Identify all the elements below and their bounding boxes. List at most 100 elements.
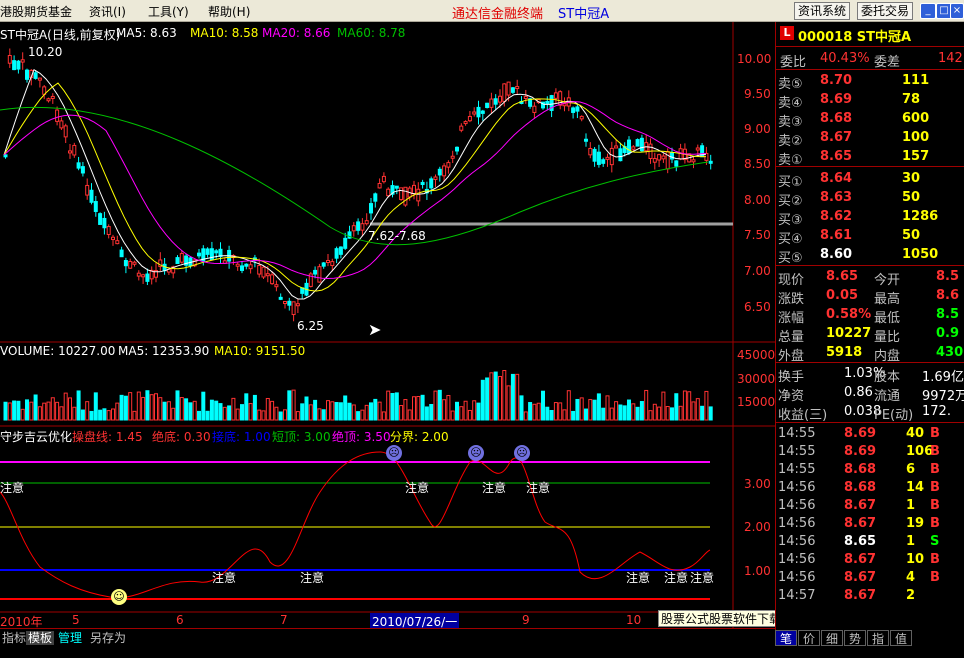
volume-bar [670, 407, 674, 421]
volume-bar [115, 402, 120, 421]
candle-body [343, 237, 348, 249]
volume-bar [467, 409, 472, 421]
volume-bar [437, 389, 442, 421]
tab-template[interactable]: 模板 [26, 631, 55, 645]
candle-body [437, 168, 442, 176]
tab-indicator[interactable]: 指标 [0, 631, 28, 645]
tick-row: 14:56 8.65 1 S [776, 533, 964, 552]
tick-price: 8.65 [844, 534, 877, 549]
panel-tab-index[interactable]: 指 [867, 630, 889, 646]
volume-bar [601, 407, 606, 421]
candle-body [399, 187, 404, 200]
candle-body [136, 272, 141, 277]
ask-volume: 600 [902, 111, 930, 126]
candle-body [55, 109, 60, 122]
news-system-button[interactable]: 资讯系统 [794, 2, 851, 20]
tick-side: B [930, 570, 940, 585]
volume-bar [652, 403, 657, 421]
panel-tab-trend[interactable]: 势 [844, 630, 866, 646]
menu-help[interactable]: 帮助(H) [208, 3, 250, 20]
candle-body [476, 106, 481, 118]
volume-bar [674, 393, 679, 421]
note-label: 注意 [212, 571, 237, 585]
volume-bar [566, 390, 571, 421]
tick-time: 14:55 [778, 462, 816, 477]
volume-bar [317, 408, 322, 421]
weicha-label: 委差 [874, 55, 901, 70]
candle-body [369, 203, 373, 214]
ask-price: 8.67 [820, 130, 853, 145]
volume-bar [648, 410, 653, 421]
tick-time: 14:56 [778, 498, 816, 513]
panel-tab-value[interactable]: 值 [890, 630, 912, 646]
volume-bar [373, 398, 378, 421]
candle-body [614, 145, 619, 149]
volume-bar [141, 396, 146, 421]
menu-hk-futures[interactable]: 港股期货基金 [0, 3, 72, 20]
volume-bar [519, 395, 524, 421]
tick-price: 8.68 [844, 480, 877, 495]
trade-button[interactable]: 委托交易 [857, 2, 914, 20]
volume-bar [145, 390, 150, 421]
close-icon[interactable]: × [950, 3, 964, 19]
bid-row: 买④ 8.61 50 [776, 227, 964, 247]
candle-body [446, 162, 451, 168]
volume-bar [7, 402, 12, 421]
candle-body [278, 296, 283, 300]
tick-row: 14:56 8.67 1 B [776, 497, 964, 516]
stock-header: L 000018 ST中冠A [776, 25, 964, 45]
stat-value: 0.05 [826, 288, 859, 303]
minimize-icon[interactable]: _ [920, 3, 936, 19]
volume-bar [313, 399, 318, 421]
candle-body [261, 266, 266, 278]
candle-body [93, 201, 98, 212]
panel-tab-trades[interactable]: 笔 [775, 630, 797, 646]
menu-news[interactable]: 资讯(I) [89, 3, 126, 20]
ma10-label: MA10: 8.58 [190, 26, 259, 40]
stat-value: 1.69亿 [922, 370, 964, 385]
tick-price: 8.68 [844, 462, 877, 477]
panel-tab-detail[interactable]: 细 [821, 630, 843, 646]
panel-tab-price[interactable]: 价 [798, 630, 820, 646]
candle-body [618, 148, 623, 162]
indicator-line5: 绝顶: 3.50 [332, 430, 391, 444]
y-tick: 8.00 [744, 193, 771, 207]
tick-price: 8.67 [844, 516, 877, 531]
volume-bar [291, 389, 296, 421]
note-label: 注意 [482, 481, 507, 495]
chart-area[interactable]: ST中冠A(日线,前复权) MA5: 8.63 MA10: 8.58 MA20:… [0, 22, 775, 630]
stat-value: 8.5 [936, 307, 960, 322]
bid-volume: 50 [902, 190, 921, 205]
y-tick: 7.00 [744, 264, 771, 278]
candle-body [68, 150, 72, 154]
volume-bar [691, 401, 696, 421]
volume-bar [463, 400, 468, 421]
volume-bar [343, 395, 348, 421]
tick-volume: 40 [906, 426, 925, 441]
volume-bar [695, 398, 700, 421]
bid-row: 买① 8.64 30 [776, 170, 964, 190]
volume-bar [596, 393, 601, 421]
volume-bar [188, 402, 193, 421]
tab-manage[interactable]: 管理 [56, 631, 84, 645]
volume-bar [12, 400, 17, 421]
candle-body [455, 146, 459, 152]
volume-bar [149, 394, 154, 421]
volume-bar [209, 399, 214, 421]
kline-chart-svg[interactable] [0, 22, 775, 628]
candle-body [412, 184, 416, 195]
tab-save-as[interactable]: 另存为 [88, 631, 128, 645]
app-title: 通达信金融终端 [452, 7, 544, 22]
volume-bar [588, 399, 593, 421]
candle-body [89, 189, 94, 203]
ask-volume: 111 [902, 73, 930, 88]
volume-bar [639, 401, 644, 421]
stat-value: 0.9 [936, 326, 960, 341]
main-chart-title: ST中冠A(日线,前复权) [0, 28, 121, 42]
volume-bar [687, 391, 692, 421]
stock-code: 000018 ST中冠A [798, 30, 912, 45]
candle-body [373, 193, 378, 202]
menu-tools[interactable]: 工具(Y) [148, 3, 189, 20]
volume-bar [59, 406, 64, 421]
candle-body [102, 217, 107, 229]
